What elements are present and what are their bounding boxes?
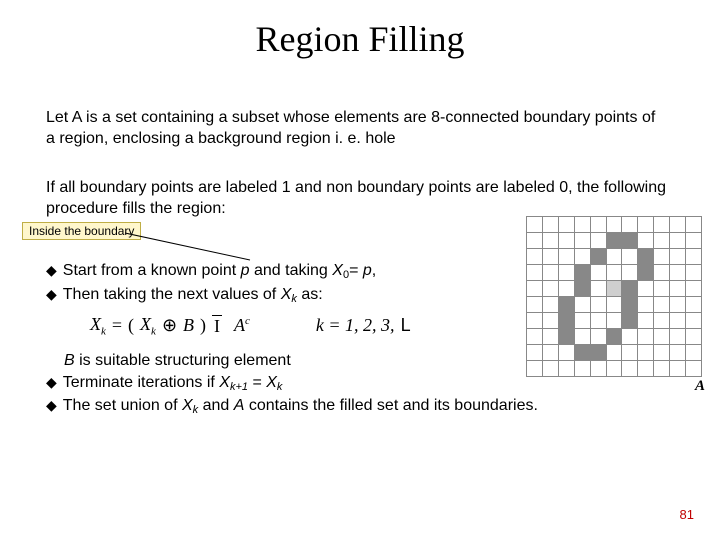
bullet-1: Start from a known point p and taking X0… (63, 260, 376, 282)
bullet-2: Then taking the next values of Xk as: (63, 284, 323, 306)
formula: Xk = ( Xk ⊕ B ) I Ac k = 1, 2, 3, L (90, 314, 411, 338)
bullet-icon: ◆ (46, 260, 57, 282)
bullet-icon: ◆ (46, 372, 57, 394)
slide-number: 81 (680, 507, 694, 522)
bullet-icon: ◆ (46, 284, 57, 306)
bullet-5: The set union of Xk and A contains the f… (63, 395, 538, 417)
bullet-group-1: ◆ Start from a known point p and taking … (46, 260, 476, 307)
paragraph-1: Let A is a set containing a subset whose… (46, 108, 666, 150)
paragraph-2: If all boundary points are labeled 1 and… (46, 178, 686, 220)
slide-title: Region Filling (0, 18, 720, 60)
bullet-4: Terminate iterations if Xk+1 = Xk (63, 372, 283, 394)
grid-label-a: A (695, 378, 705, 395)
grid-figure: A (526, 216, 702, 377)
grid (526, 216, 702, 377)
bullet-icon: ◆ (46, 395, 57, 417)
arrow-line (120, 215, 280, 265)
